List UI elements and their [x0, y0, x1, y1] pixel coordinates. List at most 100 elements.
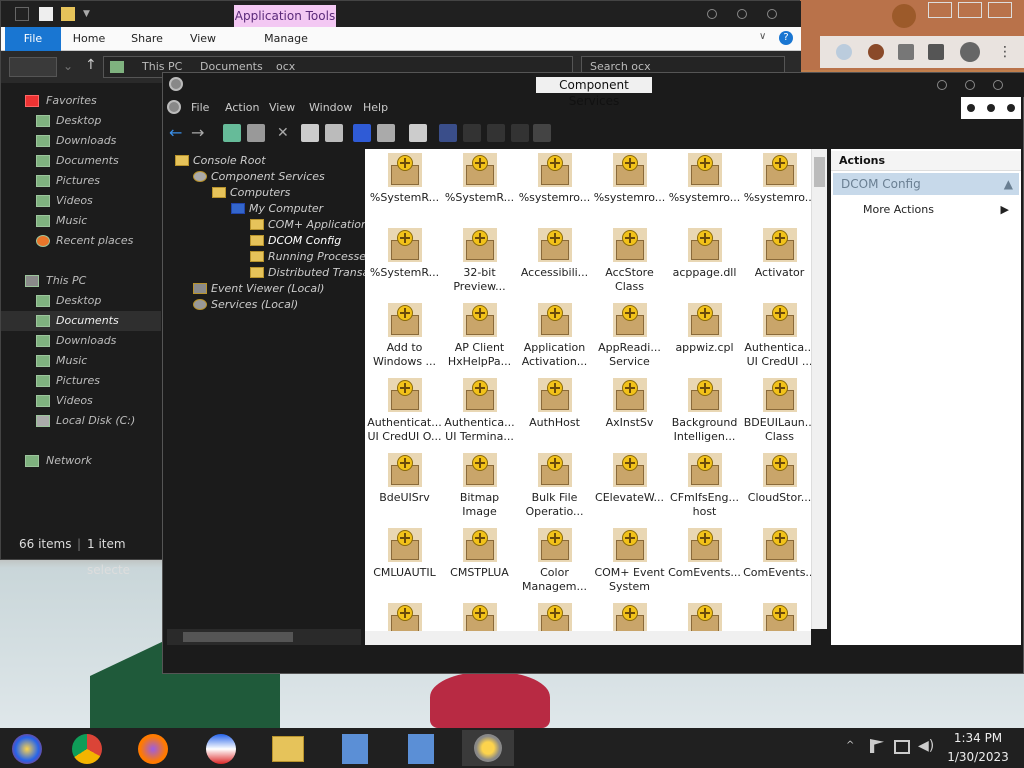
detail-view-icon[interactable] — [511, 124, 529, 142]
taskbar-app[interactable] — [196, 730, 248, 766]
puzzle-icon[interactable] — [898, 44, 914, 60]
ribbon-expand-icon[interactable]: ∨ — [759, 31, 766, 42]
recent-locations-icon[interactable]: ⌄ — [63, 59, 73, 73]
dcom-item[interactable]: %SystemR... — [367, 151, 442, 226]
menu-file[interactable]: File — [191, 101, 209, 114]
chrome-restore-button[interactable] — [958, 2, 982, 18]
new-folder-icon[interactable] — [61, 7, 75, 21]
clock-time[interactable]: 1:34 PM — [948, 731, 1008, 745]
dcom-item[interactable]: %SystemR... — [442, 151, 517, 226]
dcom-item[interactable]: appwiz.cpl — [667, 301, 742, 376]
nav-pc-videos[interactable]: Videos — [1, 391, 161, 411]
content-vertical-scrollbar[interactable] — [811, 149, 827, 629]
dcom-item[interactable]: ComEvents... — [742, 526, 817, 601]
mdi-restore-button[interactable] — [987, 104, 995, 112]
explorer-minimize-button[interactable] — [707, 9, 717, 19]
tree-running-processes[interactable]: Running Processes — [250, 249, 372, 265]
nav-pc-documents[interactable]: Documents — [1, 311, 161, 331]
explorer-close-button[interactable] — [767, 9, 777, 19]
delete-icon[interactable]: ✕ — [277, 124, 295, 142]
flag-icon[interactable] — [870, 739, 884, 753]
chrome-menu-icon[interactable]: ⋮ — [998, 44, 1012, 60]
nav-pc-music[interactable]: Music — [1, 351, 161, 371]
extension-icon[interactable] — [836, 44, 852, 60]
dcom-item[interactable]: Accessibili... — [517, 226, 592, 301]
dcom-item[interactable]: CMLUAUTIL — [367, 526, 442, 601]
dcom-item[interactable]: COM+ Event System — [592, 526, 667, 601]
profile-icon[interactable] — [960, 42, 980, 62]
content-horizontal-scrollbar[interactable] — [365, 631, 811, 645]
clock-date[interactable]: 1/30/2023 — [942, 750, 1014, 764]
taskbar-network-tool[interactable] — [330, 730, 382, 766]
taskbar-network-tool-2[interactable] — [396, 730, 448, 766]
dcom-item[interactable]: Add to Windows ... — [367, 301, 442, 376]
tree-my-computer[interactable]: My Computer — [231, 201, 323, 217]
list-view-icon[interactable] — [487, 124, 505, 142]
menu-help[interactable]: Help — [363, 101, 388, 114]
volume-icon[interactable]: ◀) — [918, 738, 934, 754]
small-icons-view-icon[interactable] — [463, 124, 481, 142]
dcom-item[interactable]: Authenticat... UI CredUI O... — [367, 376, 442, 451]
nav-fav-videos[interactable]: Videos — [1, 191, 161, 211]
chrome-profile-icon[interactable] — [892, 4, 916, 28]
chrome-minimize-button[interactable] — [928, 2, 952, 18]
mdi-close-button[interactable] — [1007, 104, 1015, 112]
nav-fav-downloads[interactable]: Downloads — [1, 131, 161, 151]
dcom-item[interactable]: AxInstSv — [592, 376, 667, 451]
up-folder-icon[interactable] — [223, 124, 241, 142]
dcom-item[interactable]: Bitmap Image — [442, 451, 517, 526]
dcom-item[interactable]: AuthHost — [517, 376, 592, 451]
dcom-item[interactable]: %systemro... — [667, 151, 742, 226]
taskbar-file-explorer[interactable] — [262, 730, 314, 766]
dcom-item[interactable]: BDEUILaun... Class — [742, 376, 817, 451]
dcom-item[interactable]: Authentica... UI CredUI ... — [742, 301, 817, 376]
refresh-icon[interactable] — [325, 124, 343, 142]
dcom-item[interactable]: acppage.dll — [667, 226, 742, 301]
tree-distributed-transaction[interactable]: Distributed Transa — [250, 265, 369, 281]
tab-file[interactable]: File — [5, 27, 61, 51]
taskbar-component-services[interactable] — [462, 730, 514, 766]
tree-computers[interactable]: Computers — [212, 185, 290, 201]
tab-view[interactable]: View — [181, 27, 225, 51]
dcom-item[interactable]: 32-bit Preview... — [442, 226, 517, 301]
tab-manage[interactable]: Manage — [241, 27, 331, 51]
network-icon[interactable] — [894, 740, 910, 754]
dcom-item[interactable]: CFmIfsEng... host — [667, 451, 742, 526]
start-button[interactable] — [2, 730, 54, 766]
cs-minimize-button[interactable] — [937, 80, 947, 90]
taskbar-firefox[interactable] — [128, 730, 180, 766]
show-hidden-icons-icon[interactable]: ^ — [846, 740, 854, 751]
dcom-item[interactable]: Color Managem... — [517, 526, 592, 601]
nav-fav-music[interactable]: Music — [1, 211, 161, 231]
tree-dcom-config[interactable]: DCOM Config — [250, 233, 341, 249]
tree-services[interactable]: Services (Local) — [193, 297, 298, 313]
menu-window[interactable]: Window — [309, 101, 352, 114]
nav-fav-documents[interactable]: Documents — [1, 151, 161, 171]
tree-console-root[interactable]: Console Root — [175, 153, 266, 169]
properties-icon[interactable] — [301, 124, 319, 142]
nav-pc-pictures[interactable]: Pictures — [1, 371, 161, 391]
actions-dcom-config[interactable]: DCOM Config ▲ — [833, 173, 1019, 195]
menu-action[interactable]: Action — [225, 101, 259, 114]
dcom-item[interactable]: CElevateW... — [592, 451, 667, 526]
nav-network[interactable]: Network — [1, 451, 161, 471]
dcom-item[interactable]: CloudStor... — [742, 451, 817, 526]
dcom-item[interactable]: %SystemR... — [367, 226, 442, 301]
help-icon[interactable]: ? — [779, 31, 793, 45]
nav-pc-downloads[interactable]: Downloads — [1, 331, 161, 351]
content-scroll-thumb[interactable] — [814, 157, 825, 187]
tab-share[interactable]: Share — [121, 27, 173, 51]
export-list-icon[interactable] — [377, 124, 395, 142]
tree-scroll-thumb[interactable] — [183, 632, 293, 642]
nav-fav-desktop[interactable]: Desktop — [1, 111, 161, 131]
dcom-item[interactable]: Background Intelligen... — [667, 376, 742, 451]
status-view-icon[interactable] — [533, 124, 551, 142]
nav-pc-desktop[interactable]: Desktop — [1, 291, 161, 311]
dcom-item[interactable]: AP Client HxHelpPa... — [442, 301, 517, 376]
cs-maximize-button[interactable] — [965, 80, 975, 90]
sidebar-icon[interactable] — [928, 44, 944, 60]
dcom-item[interactable]: AppReadi... Service — [592, 301, 667, 376]
nav-pc-local-disk[interactable]: Local Disk (C:) — [1, 411, 161, 431]
taskbar-chrome[interactable] — [62, 730, 114, 766]
show-hide-tree-icon[interactable] — [247, 124, 265, 142]
